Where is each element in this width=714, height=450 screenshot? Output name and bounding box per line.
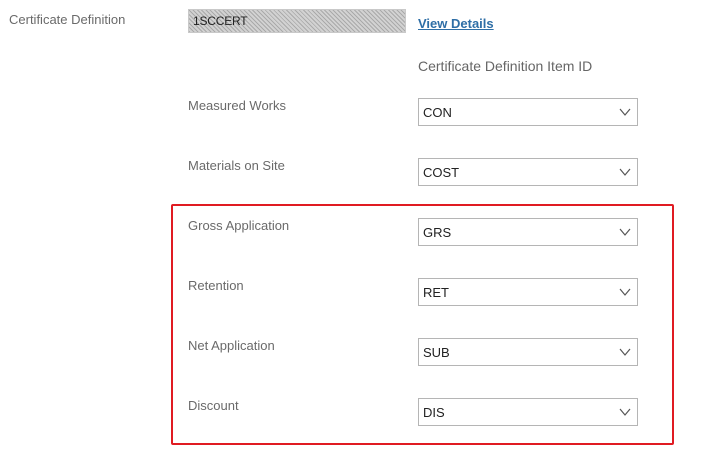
select-value: CON [423, 105, 452, 120]
chevron-down-icon [619, 288, 631, 296]
select-value: COST [423, 165, 460, 180]
item-id-column-header: Certificate Definition Item ID [418, 58, 593, 74]
select-value: RET [423, 285, 449, 300]
chevron-down-icon [619, 108, 631, 116]
row-label-measured-works: Measured Works [188, 98, 287, 113]
certificate-definition-form: Certificate Definition 1SCCERT View Deta… [0, 0, 714, 450]
chevron-down-icon [619, 348, 631, 356]
select-retention[interactable]: RET [418, 278, 638, 306]
view-details-link[interactable]: View Details [418, 16, 494, 31]
select-measured-works[interactable]: CON [418, 98, 638, 126]
certificate-definition-field: 1SCCERT [188, 9, 406, 33]
select-discount[interactable]: DIS [418, 398, 638, 426]
select-value: GRS [423, 225, 452, 240]
row-label-materials-on-site: Materials on Site [188, 158, 285, 173]
select-gross-application[interactable]: GRS [418, 218, 638, 246]
row-label-gross-application: Gross Application [188, 218, 290, 233]
chevron-down-icon [619, 408, 631, 416]
certificate-definition-value: 1SCCERT [193, 14, 248, 28]
chevron-down-icon [619, 228, 631, 236]
certificate-definition-label: Certificate Definition [9, 12, 126, 27]
row-label-retention: Retention [188, 278, 244, 293]
select-materials-on-site[interactable]: COST [418, 158, 638, 186]
select-value: DIS [423, 405, 445, 420]
row-label-net-application: Net Application [188, 338, 275, 353]
select-net-application[interactable]: SUB [418, 338, 638, 366]
select-value: SUB [423, 345, 450, 360]
row-label-discount: Discount [188, 398, 239, 413]
chevron-down-icon [619, 168, 631, 176]
